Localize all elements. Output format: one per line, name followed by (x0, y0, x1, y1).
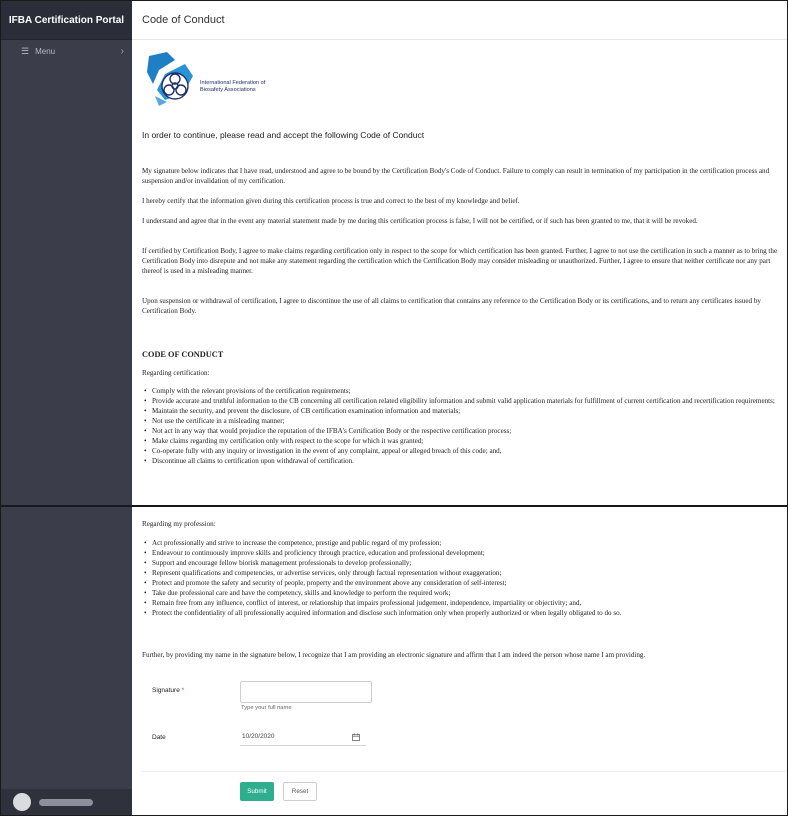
required-mark: * (181, 687, 185, 694)
sidebar-divider (1, 505, 132, 507)
paragraph-5: Upon suspension or withdrawal of certifi… (142, 297, 763, 315)
list-item: Protect the confidentiality of all profe… (144, 608, 781, 618)
paragraph-3: I understand and agree that in the event… (142, 217, 698, 225)
certification-list: Comply with the relevant provisions of t… (142, 386, 781, 466)
sidebar-brand[interactable]: IFBA Certification Portal (1, 1, 132, 40)
form-divider (142, 771, 787, 772)
paragraph-1: My signature below indicates that I have… (142, 167, 771, 185)
list-item: Support and encourage fellow biorisk man… (144, 558, 781, 568)
menu-icon: ☰ (21, 45, 30, 56)
signature-label: Signature * (152, 687, 184, 694)
list-item: Make claims regarding my certification o… (144, 436, 781, 446)
main-panel: Code of Conduct International Federation… (132, 1, 787, 815)
chevron-right-icon: › (120, 45, 124, 57)
list-item: Protect and promote the safety and secur… (144, 578, 781, 588)
list-item: Provide accurate and truthful informatio… (144, 396, 781, 406)
globe-biohazard-icon (147, 52, 193, 106)
profession-list: Act professionally and strive to increas… (142, 538, 781, 618)
list-item: Discontinue all claims to certification … (144, 456, 781, 466)
code-of-conduct-content: International Federation of Biosafety As… (142, 46, 787, 659)
date-input[interactable]: 10/20/2020 (240, 728, 366, 746)
reset-button[interactable]: Reset (283, 782, 317, 801)
list-item: Comply with the relevant provisions of t… (144, 386, 781, 396)
signature-hint: Type your full name (241, 705, 292, 711)
ifba-logo: International Federation of Biosafety As… (142, 46, 265, 118)
intro-heading: In order to continue, please read and ac… (142, 130, 425, 140)
sidebar-menu-label: Menu (35, 46, 56, 56)
coc-heading: CODE OF CONDUCT (142, 350, 224, 359)
date-label: Date (152, 734, 166, 741)
list-item: Not use the certificate in a misleading … (144, 416, 781, 426)
list-item: Act professionally and strive to increas… (144, 538, 781, 548)
calendar-icon[interactable] (352, 732, 360, 741)
date-value: 10/20/2020 (242, 733, 275, 740)
avatar (13, 793, 31, 811)
certification-heading: Regarding certification: (142, 369, 210, 377)
list-item: Maintain the security, and prevent the d… (144, 406, 781, 416)
paragraph-2: I hereby certify that the information gi… (142, 197, 520, 205)
sidebar-menu-toggle[interactable]: ☰ Menu › (1, 40, 132, 62)
sidebar-user[interactable] (1, 789, 132, 815)
list-item: Remain free from any influence, conflict… (144, 598, 781, 608)
logo-org-name: International Federation of Biosafety As… (200, 80, 266, 93)
paragraph-4: If certified by Certification Body, I ag… (142, 247, 779, 275)
submit-button[interactable]: Submit (240, 782, 274, 801)
closing-statement: Further, by providing my name in the sig… (142, 651, 646, 659)
user-name-placeholder (39, 798, 93, 806)
list-item: Co-operate fully with any inquiry or inv… (144, 446, 781, 456)
list-item: Take due professional care and have the … (144, 588, 781, 598)
app-window: IFBA Certification Portal ☰ Menu › Code … (0, 0, 788, 816)
page-title: Code of Conduct (132, 1, 787, 40)
signature-label-text: Signature (152, 687, 180, 694)
profession-heading: Regarding my profession: (142, 520, 216, 528)
list-item: Not act in any way that would prejudice … (144, 426, 781, 436)
sidebar: IFBA Certification Portal ☰ Menu › (1, 1, 132, 815)
page-divider (132, 505, 787, 507)
list-item: Endeavour to continuously improve skills… (144, 548, 781, 558)
list-item: Represent qualifications and competencie… (144, 568, 781, 578)
signature-input[interactable] (240, 681, 372, 703)
